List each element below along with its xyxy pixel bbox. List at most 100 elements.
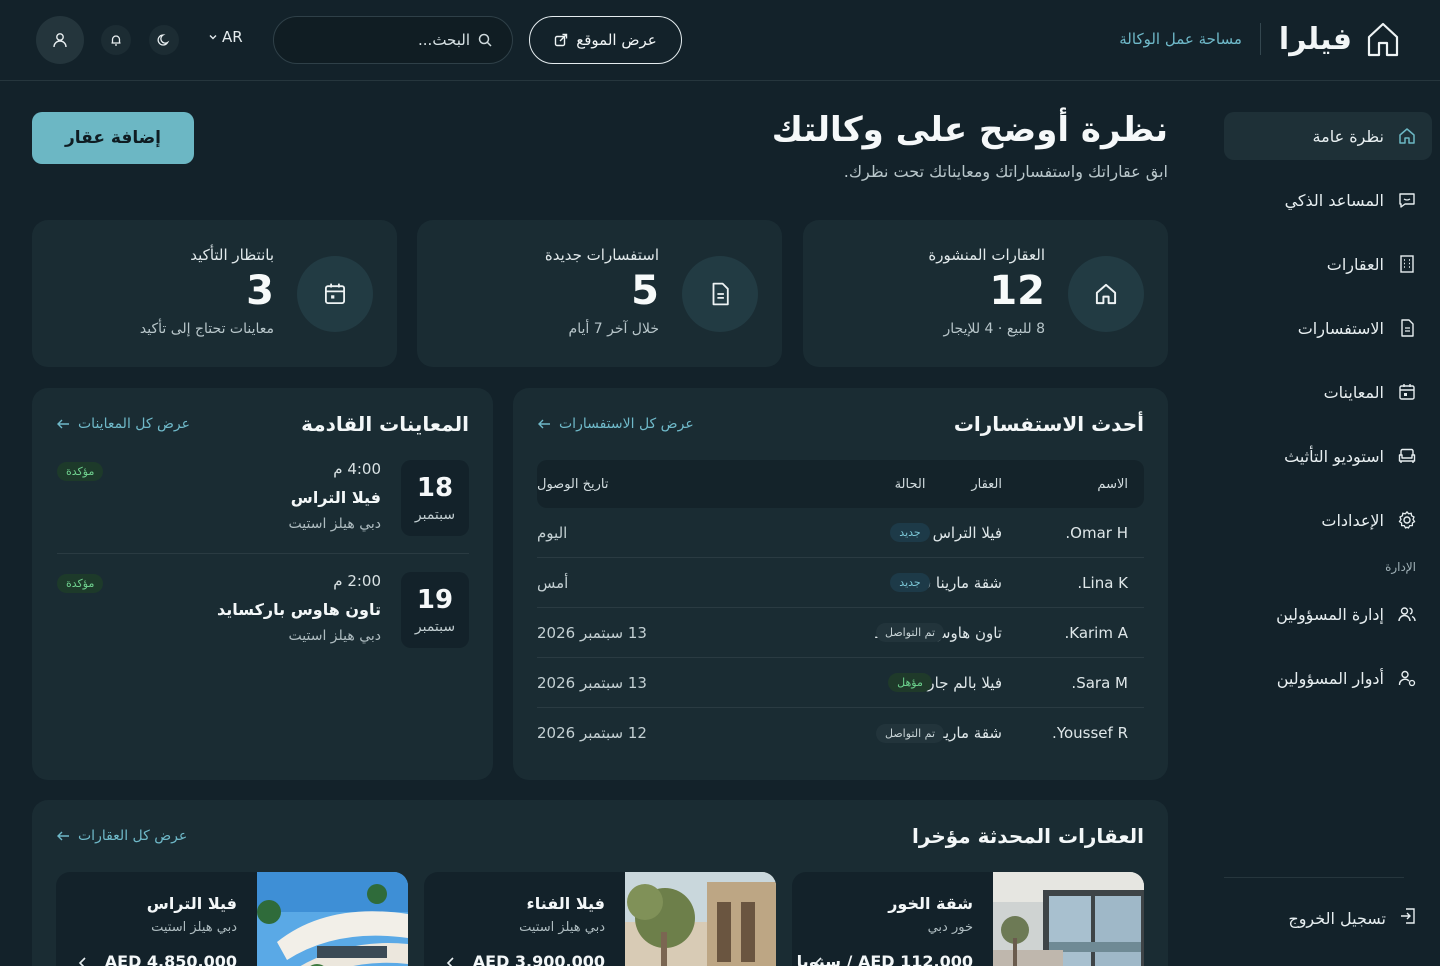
status-badge-cell: تم التواصل: [855, 708, 965, 758]
sidebar-item-properties[interactable]: العقارات: [1224, 240, 1432, 288]
status-badge: مؤكدة: [57, 574, 104, 593]
brand[interactable]: فيلرا مساحة عمل الوكالة: [1119, 20, 1400, 58]
cell-date: 13 سبتمبر 2026: [537, 673, 647, 692]
sidebar-item-label: العقارات: [1326, 254, 1384, 274]
table-row[interactable]: Lina K. شقة مارينا فيو جديد أمس: [537, 558, 1144, 608]
sidebar-item-viewings[interactable]: المعاينات: [1224, 368, 1432, 416]
table-row[interactable]: Omar H. فيلا التراس جديد اليوم: [537, 508, 1144, 558]
property-price: AED 4,850,000: [104, 952, 237, 966]
status-badge: مؤكدة: [57, 462, 104, 481]
cell-date: 12 سبتمبر 2026: [537, 724, 647, 742]
column-header: الحالة: [894, 476, 926, 492]
arrow-left-icon: [538, 419, 550, 429]
theme-toggle-button[interactable]: [149, 25, 179, 55]
bell-icon: [111, 35, 121, 46]
visit-date-box: 18 سبتمبر: [401, 460, 469, 536]
top-bar: فيلرا مساحة عمل الوكالة عرض الموقع AR: [0, 0, 1440, 81]
status-badge-cell: جديد: [855, 508, 965, 557]
notifications-button[interactable]: [101, 25, 131, 55]
external-link-icon: [555, 33, 568, 47]
chevron-down-icon: [209, 35, 217, 40]
add-property-button[interactable]: إضافة عقار: [32, 112, 194, 164]
stat-value: 5: [631, 268, 659, 314]
chevron-left-icon: [78, 957, 86, 966]
status-badge: جديد: [890, 573, 930, 592]
user-avatar-button[interactable]: [36, 16, 84, 64]
cell-name: Lina K.: [1077, 573, 1128, 592]
property-card[interactable]: شقة الخور خور دبي AED 112,000 / سنويا: [792, 872, 1144, 966]
cell-name: Sara M.: [1071, 673, 1128, 692]
property-location: خور دبي: [927, 920, 973, 935]
stat-card-new-inquiries: استفسارات جديدة 5 خلال آخر 7 أيام: [417, 220, 782, 367]
view-all-inquiries-link[interactable]: عرض كل الاستفسارات: [537, 416, 694, 432]
view-site-label: عرض الموقع: [576, 31, 657, 49]
home-icon: [1396, 125, 1418, 147]
sidebar-item-overview[interactable]: نظرة عامة: [1224, 112, 1432, 160]
status-badge: تم التواصل: [876, 623, 945, 642]
moon-icon: [157, 34, 170, 46]
property-card[interactable]: فيلا الفناء دبي هيلز استيت AED 3,900,000: [424, 872, 776, 966]
cell-date: أمس: [537, 573, 569, 592]
document-icon: [682, 256, 758, 332]
visit-item[interactable]: 18 سبتمبر 4:00 م فيلا التراس دبي هيلز اس…: [57, 460, 469, 548]
latest-inquiries-panel: أحدث الاستفسارات عرض كل الاستفسارات الاس…: [513, 388, 1168, 780]
property-card[interactable]: فيلا التراس دبي هيلز استيت AED 4,850,000: [56, 872, 408, 966]
sidebar-item-label: نظرة عامة: [1312, 126, 1384, 146]
view-site-button[interactable]: عرض الموقع: [529, 16, 682, 64]
language-selector[interactable]: AR: [208, 28, 243, 46]
sidebar-item-label: المعاينات: [1323, 382, 1384, 402]
table-row[interactable]: Sara M. فيلا بالم جاردن مؤهل 13 سبتمبر 2…: [537, 658, 1144, 708]
stat-value: 12: [989, 268, 1045, 314]
view-all-visits-link[interactable]: عرض كل المعاينات: [56, 416, 190, 432]
arrow-left-icon: [57, 419, 69, 429]
sidebar-item-label: الاستفسارات: [1297, 318, 1384, 338]
panel-title: المعاينات القادمة: [301, 412, 469, 436]
visit-property: تاون هاوس باركسايد: [217, 600, 381, 619]
stat-hint: معاينات تحتاج إلى تأكيد: [139, 321, 274, 337]
property-name: فيلا التراس: [146, 894, 237, 913]
visit-time: 2:00 م: [333, 572, 381, 590]
divider: [57, 553, 469, 554]
sidebar-item-settings[interactable]: الإعدادات: [1224, 496, 1432, 544]
property-name: شقة الخور: [888, 894, 973, 913]
users-icon: [1396, 603, 1418, 625]
table-row[interactable]: Karim A. تاون هاوس باركسايد تم التواصل 1…: [537, 608, 1144, 658]
table-row[interactable]: Youssef R. شقة مارينا لايت تم التواصل 12…: [537, 708, 1144, 758]
visit-date-box: 19 سبتمبر: [401, 572, 469, 648]
calendar-icon: [297, 256, 373, 332]
gear-icon: [1396, 509, 1418, 531]
page-title: نظرة أوضح على وكالتك: [771, 110, 1168, 150]
visit-day: 18: [416, 473, 454, 503]
property-price: AED 3,900,000: [472, 952, 605, 966]
logout-icon: [1398, 906, 1418, 930]
sidebar-item-admin-roles[interactable]: أدوار المسؤولين: [1224, 654, 1432, 702]
status-badge: مؤهل: [888, 673, 932, 692]
view-all-properties-link[interactable]: عرض كل العقارات: [56, 828, 187, 844]
upcoming-visits-panel: المعاينات القادمة عرض كل المعاينات 18 سب…: [32, 388, 493, 780]
visit-month: سبتمبر: [414, 507, 456, 523]
status-badge: جديد: [890, 523, 930, 542]
arrow-left-icon: [57, 831, 69, 841]
chevron-left-icon: [814, 957, 822, 966]
status-badge: تم التواصل: [876, 723, 945, 743]
status-badge-cell: جديد: [855, 558, 965, 607]
sidebar-item-label: الإعدادات: [1321, 510, 1384, 530]
property-name: فيلا الفناء: [526, 894, 605, 913]
search-box[interactable]: [273, 16, 513, 64]
sidebar-item-label: استوديو التأثيث: [1284, 446, 1384, 466]
search-input[interactable]: [370, 31, 470, 49]
language-label: AR: [222, 28, 243, 46]
cell-date: اليوم: [537, 523, 568, 542]
sidebar-item-ai-assistant[interactable]: المساعد الذكي: [1224, 176, 1432, 224]
sidebar-item-inquiries[interactable]: الاستفسارات: [1224, 304, 1432, 352]
visit-item[interactable]: 19 سبتمبر 2:00 م تاون هاوس باركسايد دبي …: [57, 572, 469, 660]
logout-button[interactable]: تسجيل الخروج: [1288, 894, 1418, 942]
cell-name: Karim A.: [1064, 623, 1128, 642]
panel-title: أحدث الاستفسارات: [953, 412, 1144, 436]
property-photo: [257, 872, 408, 966]
property-photo: [625, 872, 776, 966]
sidebar-section-admin: الإدارة: [1385, 560, 1416, 574]
cell-name: Youssef R.: [1052, 724, 1128, 742]
sidebar-item-staging-studio[interactable]: استوديو التأثيث: [1224, 432, 1432, 480]
sidebar-item-admin-management[interactable]: إدارة المسؤولين: [1224, 590, 1432, 638]
